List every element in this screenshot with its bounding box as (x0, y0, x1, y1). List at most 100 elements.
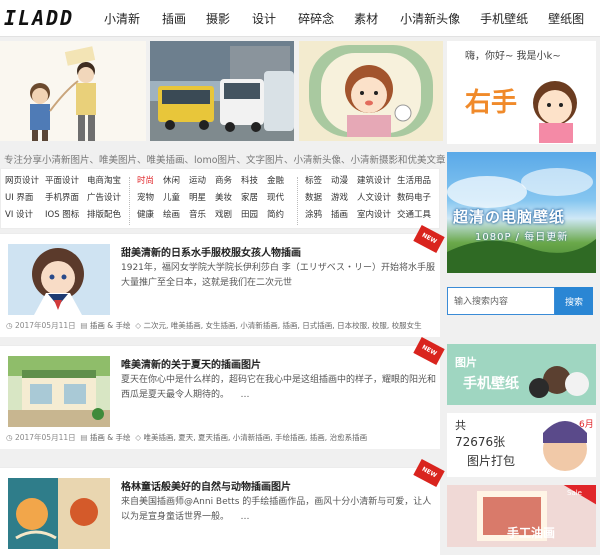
category-link[interactable]: 交通工具 (397, 209, 437, 222)
main-nav: 小清新 插画 摄影 设计 碎碎念 素材 小清新头像 手机壁纸 壁纸图 (104, 0, 584, 37)
category-link[interactable]: 网页设计 (5, 175, 45, 188)
nav-item-materials[interactable]: 素材 (354, 10, 378, 27)
post-category[interactable]: 插画 & 手绘 (90, 433, 131, 442)
category-link[interactable]: 科技 (241, 175, 267, 188)
category-link[interactable]: 涂鸦 (305, 209, 331, 222)
post-card: 唯美清新的关于夏天的插画图片 夏天在你心中是什么样的，超码它在我心中是这组插画中… (0, 336, 445, 449)
nav-item-wallpaper[interactable]: 壁纸图 (548, 10, 584, 27)
folder-icon: ▤ (80, 433, 88, 442)
category-link[interactable]: 时尚 (137, 175, 163, 188)
category-link[interactable]: 明星 (189, 192, 215, 205)
category-link[interactable]: UI 界面 (5, 192, 45, 205)
sidebar-banner-cartoon[interactable]: 嗨，你好~ 我是小k~ 右手 (447, 41, 596, 144)
category-link[interactable]: 戏剧 (215, 209, 241, 222)
category-link[interactable]: 广告设计 (87, 192, 125, 205)
nav-item-fresh[interactable]: 小清新 (104, 10, 140, 27)
post-thumbnail[interactable] (8, 244, 110, 315)
sidebar-banner-phone-wallpaper[interactable]: 图片 手机壁纸 (447, 344, 596, 405)
post-excerpt: 夏天在你心中是什么样的，超码它在我心中是这组插画中的样子，耀眼的阳光和西瓜是夏天… (121, 375, 437, 400)
post-meta: ◷ 2017年05月11日 ▤ 插画 & 手绘 ◇ 唯美插画, 夏天, 夏天插画… (6, 432, 367, 443)
category-link[interactable]: 数码电子 (397, 192, 437, 205)
category-link[interactable]: 美妆 (215, 192, 241, 205)
svg-text:Sale: Sale (567, 489, 582, 497)
category-link[interactable]: 建筑设计 (357, 175, 397, 188)
folder-icon: ▤ (80, 321, 88, 330)
window-girl-illustration (299, 41, 443, 141)
post-tags[interactable]: 二次元, 唯美插画, 女生插画, 小清新插画, 插画, 日式插画, 日本校服, … (143, 321, 421, 330)
category-link[interactable]: 商务 (215, 175, 241, 188)
category-link[interactable]: 休闲 (163, 175, 189, 188)
category-link[interactable]: 排版配色 (87, 209, 125, 222)
category-link[interactable]: 室内设计 (357, 209, 397, 222)
nav-item-notes[interactable]: 碎碎念 (298, 10, 334, 27)
category-link[interactable]: 健康 (137, 209, 163, 222)
post-title[interactable]: 唯美清新的关于夏天的插画图片 (121, 356, 261, 371)
nav-item-avatars[interactable]: 小清新头像 (400, 10, 460, 27)
post-category[interactable]: 插画 & 手绘 (90, 321, 131, 330)
tag-icon: ◇ (135, 433, 142, 442)
category-link[interactable]: 动漫 (331, 175, 357, 188)
category-link[interactable]: 音乐 (189, 209, 215, 222)
post-card: 格林童话般美好的自然与动物插画图片 来自美国插画师@Anni Betts 的手绘… (0, 458, 445, 555)
category-link[interactable]: IOS 图标 (45, 209, 87, 222)
sidebar-banner-wallpaper[interactable]: 超清の电脑壁纸 1080P / 每日更新 (447, 152, 596, 273)
category-divider (129, 177, 130, 225)
search-box: 搜索 (447, 287, 593, 315)
svg-text:右手: 右手 (465, 88, 517, 118)
lifestyle-categories: 时尚 休闲 运动 商务 科技 金融 宠物 儿童 明星 美妆 家居 现代 健康 绘… (137, 175, 291, 222)
sidebar-banner-handmade-oil[interactable]: Sale 手工油画 (447, 485, 596, 547)
read-more-ellipsis[interactable]: … (240, 390, 249, 400)
top-navigation-bar: ILADD 小清新 插画 摄影 设计 碎碎念 素材 小清新头像 手机壁纸 壁纸图 (0, 0, 600, 37)
bears-illustration: 图片 手机壁纸 (447, 344, 596, 405)
post-title[interactable]: 格林童话般美好的自然与动物插画图片 (121, 478, 291, 493)
read-more-ellipsis[interactable]: … (240, 512, 249, 522)
site-logo[interactable]: ILADD (4, 6, 90, 30)
category-link[interactable]: 家居 (241, 192, 267, 205)
nav-item-photography[interactable]: 摄影 (206, 10, 230, 27)
category-link[interactable]: 手机界面 (45, 192, 87, 205)
post-date: 2017年05月11日 (14, 433, 76, 442)
post-meta: ◷ 2017年05月11日 ▤ 插画 & 手绘 ◇ 二次元, 唯美插画, 女生插… (6, 320, 422, 331)
category-link[interactable]: 电商淘宝 (87, 175, 125, 188)
sidebar-banner-image-pack[interactable]: 共 72676张 图片打包 6月 (447, 413, 596, 477)
category-link[interactable]: 标签 (305, 175, 331, 188)
tag-icon: ◇ (135, 321, 142, 330)
category-link[interactable]: VI 设计 (5, 209, 45, 222)
post-excerpt: 来自美国插画师@Anni Betts 的手绘插画作品，画风十分小清新与可爱，让人… (121, 497, 432, 522)
nav-item-design[interactable]: 设计 (252, 10, 276, 27)
category-link[interactable]: 儿童 (163, 192, 189, 205)
post-thumbnail[interactable] (8, 356, 110, 427)
image-pack-ad: 共 72676张 图片打包 6月 (447, 413, 596, 477)
category-link[interactable]: 宠物 (137, 192, 163, 205)
nav-item-illustration[interactable]: 插画 (162, 10, 186, 27)
category-panel: 网页设计 平面设计 电商淘宝 UI 界面 手机界面 广告设计 VI 设计 IOS… (0, 168, 440, 229)
clock-icon: ◷ (6, 433, 13, 442)
post-date: 2017年05月11日 (14, 321, 76, 330)
category-link[interactable]: 金融 (267, 175, 291, 188)
banner-image-window-girl[interactable] (299, 41, 443, 141)
clock-icon: ◷ (6, 321, 13, 330)
banner-image-street[interactable] (150, 41, 294, 141)
post-title[interactable]: 甜美清新的日系水手服校服女孩人物插画 (121, 244, 301, 259)
search-button[interactable]: 搜索 (555, 287, 593, 315)
category-link[interactable]: 平面设计 (45, 175, 87, 188)
new-badge: NEW (413, 224, 445, 254)
category-link[interactable]: 田园 (241, 209, 267, 222)
category-link[interactable]: 数据 (305, 192, 331, 205)
nav-item-phone-wallpaper[interactable]: 手机壁纸 (480, 10, 528, 27)
sailor-girl-illustration (8, 244, 110, 315)
category-link[interactable]: 运动 (189, 175, 215, 188)
category-link[interactable]: 插画 (331, 209, 357, 222)
post-tags[interactable]: 唯美插画, 夏天, 夏天插画, 小清新插画, 手绘插画, 插画, 治愈系插画 (143, 433, 367, 442)
category-link[interactable]: 游戏 (331, 192, 357, 205)
category-link[interactable]: 生活用品 (397, 175, 437, 188)
search-input[interactable] (447, 287, 555, 315)
category-link[interactable]: 人文设计 (357, 192, 397, 205)
category-link[interactable]: 简约 (267, 209, 291, 222)
svg-text:图片打包: 图片打包 (467, 454, 515, 468)
wallpaper-title: 超清の电脑壁纸 (453, 208, 566, 226)
post-thumbnail[interactable] (8, 478, 110, 549)
category-link[interactable]: 现代 (267, 192, 291, 205)
banner-image-couple[interactable] (0, 41, 146, 141)
category-link[interactable]: 绘画 (163, 209, 189, 222)
